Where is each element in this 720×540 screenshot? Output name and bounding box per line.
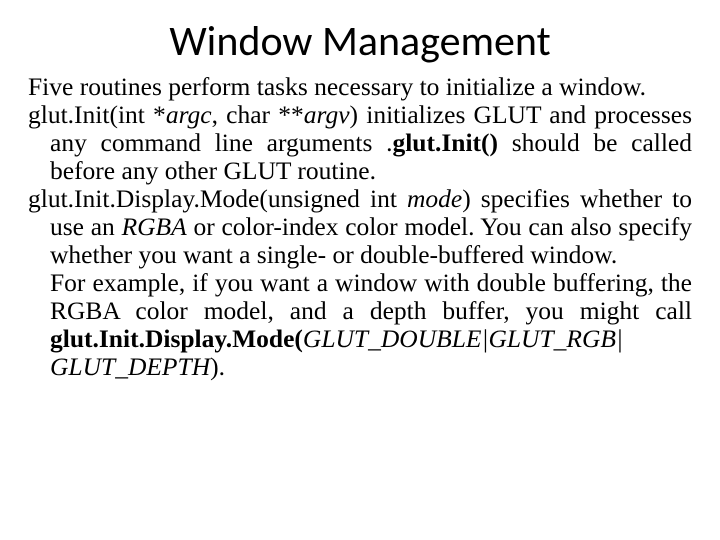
arg-argc: argc — [166, 100, 212, 129]
func-glutinit: glut.Init() — [392, 128, 498, 157]
para-displaymode: glut.Init.Display.Mode(unsigned int mode… — [28, 185, 692, 269]
text: , char ** — [212, 100, 304, 129]
arg-argv: argv — [304, 100, 350, 129]
text: glut.Init.Display.Mode(unsigned int — [28, 184, 407, 213]
func-displaymode: glut.Init.Display.Mode( — [50, 324, 303, 353]
text: For example, if you want a window with d… — [50, 268, 692, 325]
text: ). — [210, 352, 225, 381]
page-title: Window Management — [28, 16, 692, 67]
arg-mode: mode — [407, 184, 462, 213]
body-text: Five routines perform tasks necessary to… — [28, 73, 692, 382]
text: glut.Init(int * — [28, 100, 166, 129]
para-glutinit: glut.Init(int *argc, char **argv) initia… — [28, 101, 692, 185]
para-intro: Five routines perform tasks necessary to… — [28, 73, 692, 101]
term-rgba: RGBA — [122, 212, 187, 241]
para-example: For example, if you want a window with d… — [28, 269, 692, 381]
